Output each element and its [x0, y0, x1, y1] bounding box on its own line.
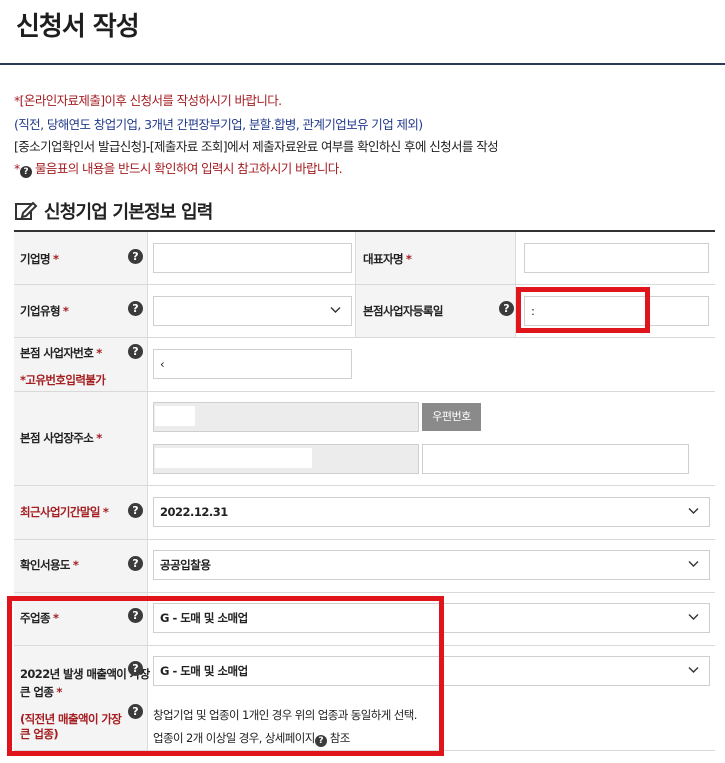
notice-excluded-companies: (직전, 당해연도 창업기업, 3개년 간편장부기업, 분할.합병, 관계기업보… — [14, 117, 423, 132]
zip-code-button[interactable]: 우편번호 — [422, 403, 481, 431]
recent-period-label: 최근사업기간말일 * — [20, 505, 109, 519]
chevron-down-icon — [688, 508, 699, 514]
question-circle-icon[interactable]: ? — [128, 249, 143, 264]
notice-help-text: 물음표의 내용을 반드시 확인하여 입력시 참고하시기 바랍니다. — [31, 161, 343, 176]
chevron-down-icon — [330, 307, 341, 313]
hq-biz-no-field[interactable]: ‹ — [153, 349, 352, 379]
chevron-down-icon — [688, 614, 699, 620]
recent-period-value: 2022.12.31 — [160, 505, 228, 519]
chevron-down-icon — [688, 561, 699, 567]
title-divider — [0, 63, 725, 65]
purpose-select[interactable]: 공공입찰용 — [153, 550, 710, 580]
purpose-label: 확인서용도 * — [20, 558, 79, 572]
row-divider — [14, 337, 715, 338]
purpose-value: 공공입찰용 — [160, 558, 211, 572]
hq-biz-no-note: *고유번호입력불가 — [20, 373, 106, 387]
company-type-select[interactable] — [153, 296, 352, 326]
question-circle-icon[interactable]: ? — [128, 556, 143, 571]
notice-asterisk: * — [14, 161, 20, 176]
company-type-label: 기업유형 * — [20, 304, 69, 318]
question-circle-icon[interactable]: ? — [128, 344, 143, 359]
row-divider — [14, 284, 715, 285]
row-divider — [14, 485, 715, 486]
company-name-label: 기업명 * — [20, 252, 59, 266]
address-detail-field[interactable] — [422, 444, 689, 474]
hq-reg-date-label: 본점사업자등록일 — [363, 304, 443, 318]
notice-online-submission: *[온라인자료제출]이후 신청서를 작성하시기 바랍니다. — [14, 93, 282, 108]
section-title: 신청기업 기본정보 입력 — [14, 198, 213, 224]
highlight-box-industry — [7, 596, 444, 756]
notice-help-hint: *? 물음표의 내용을 반드시 확인하여 입력시 참고하시기 바랍니다. — [14, 158, 343, 178]
edit-icon — [15, 201, 38, 220]
question-circle-icon[interactable]: ? — [499, 301, 514, 316]
question-circle-icon[interactable]: ? — [128, 503, 143, 518]
notice-check-submission: [중소기업확인서 발급신청]-[제출자료 조회]에서 제출자료완료 여부를 확인… — [14, 139, 499, 154]
highlight-box-reg-date — [516, 287, 650, 333]
recent-period-select[interactable]: 2022.12.31 — [153, 497, 710, 527]
row-divider — [14, 539, 715, 540]
masked-text — [155, 406, 195, 426]
hq-address-label: 본점 사업장주소 * — [20, 431, 102, 445]
question-circle-icon: ? — [19, 166, 32, 178]
row-divider — [14, 391, 715, 392]
masked-text — [155, 448, 312, 468]
ceo-name-field[interactable] — [524, 243, 709, 273]
question-circle-icon[interactable]: ? — [128, 301, 143, 316]
hq-biz-no-label: 본점 사업자번호 * — [20, 346, 102, 360]
section-title-text: 신청기업 기본정보 입력 — [44, 202, 213, 223]
row-divider — [14, 592, 715, 593]
company-name-field[interactable] — [153, 243, 352, 273]
ceo-name-label: 대표자명 * — [363, 252, 412, 266]
page-title: 신청서 작성 — [16, 12, 140, 42]
chevron-down-icon — [688, 667, 699, 673]
